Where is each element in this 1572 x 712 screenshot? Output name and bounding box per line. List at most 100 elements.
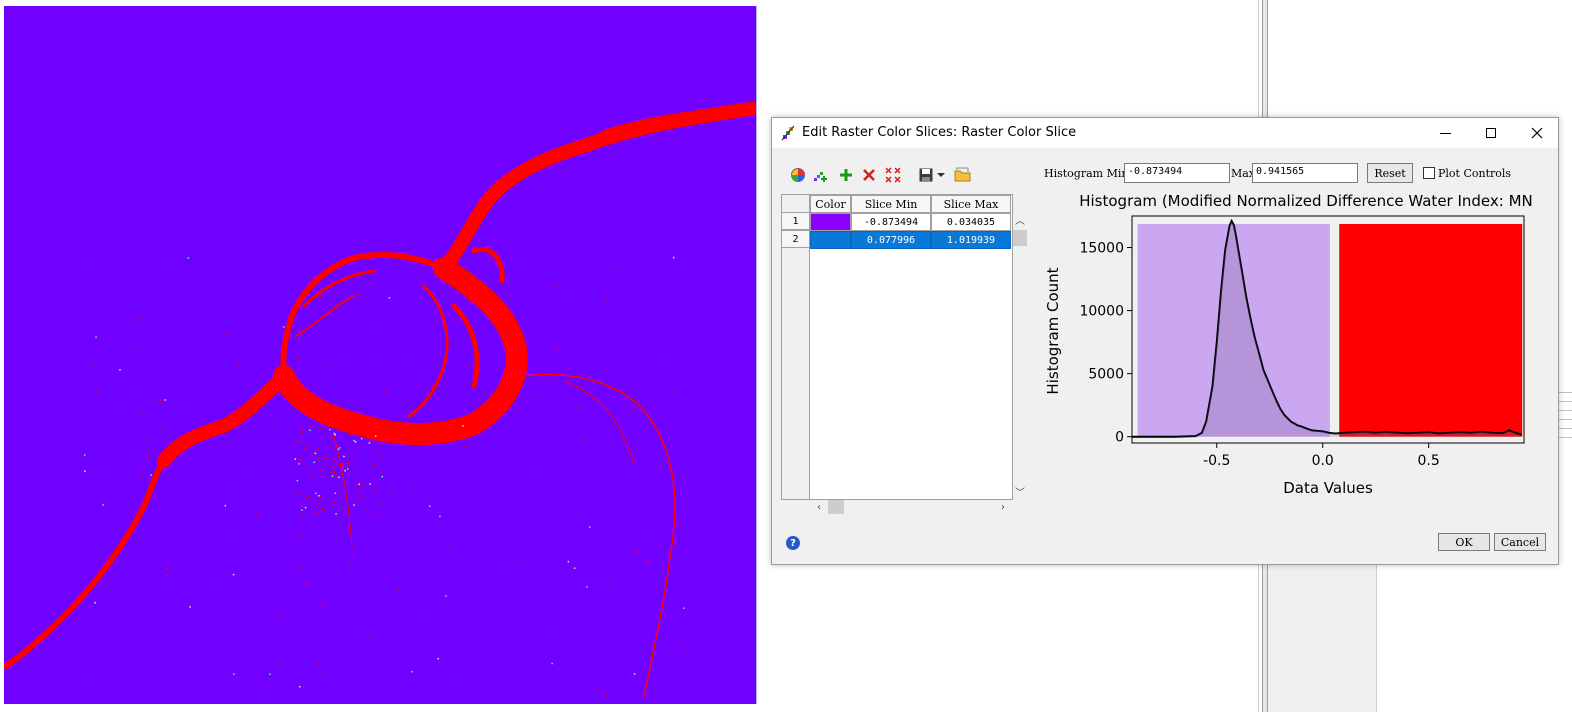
row-header[interactable]: 1 bbox=[781, 212, 810, 230]
table-vertical-scrollbar[interactable]: ︿ ﹀ bbox=[1013, 212, 1027, 500]
noise-speck bbox=[321, 672, 323, 674]
noise-speck bbox=[304, 448, 306, 450]
add-ramp-button[interactable] bbox=[812, 166, 830, 184]
column-header-slice-max[interactable]: Slice Max bbox=[931, 195, 1011, 213]
slice-color-swatch[interactable] bbox=[810, 213, 851, 231]
noise-speck bbox=[147, 437, 149, 439]
noise-speck bbox=[309, 514, 311, 517]
noise-speck bbox=[301, 432, 303, 434]
noise-speck bbox=[92, 266, 95, 268]
noise-speck bbox=[558, 292, 561, 295]
noise-speck bbox=[300, 505, 303, 507]
add-slice-button[interactable] bbox=[837, 166, 855, 184]
noise-speck bbox=[115, 410, 118, 413]
scroll-left-icon[interactable]: ‹ bbox=[812, 500, 826, 514]
noise-speck bbox=[419, 279, 421, 281]
color-wheel-button[interactable] bbox=[789, 166, 807, 184]
row-header[interactable]: 2 bbox=[781, 230, 810, 248]
noise-speck bbox=[368, 442, 371, 444]
table-horizontal-scrollbar[interactable]: ‹ › bbox=[810, 500, 1010, 514]
open-button[interactable] bbox=[954, 166, 972, 184]
noise-speck bbox=[314, 452, 317, 455]
noise-speck bbox=[290, 403, 293, 406]
maximize-button[interactable] bbox=[1468, 118, 1514, 148]
noise-speck bbox=[362, 636, 365, 638]
noise-speck bbox=[375, 487, 378, 489]
noise-speck bbox=[344, 469, 346, 472]
y-tick-label: 5000 bbox=[1088, 367, 1124, 383]
histogram-min-input[interactable]: -0.873494 bbox=[1124, 163, 1230, 183]
slice-max-cell[interactable]: 0.034035 bbox=[931, 213, 1011, 231]
plot-controls-checkbox[interactable] bbox=[1423, 167, 1435, 179]
delete-slice-button[interactable] bbox=[860, 166, 878, 184]
noise-speck bbox=[331, 475, 334, 477]
noise-speck bbox=[468, 299, 470, 302]
noise-speck bbox=[322, 427, 324, 430]
noise-speck bbox=[338, 489, 341, 491]
close-button[interactable] bbox=[1514, 118, 1560, 148]
background-panel bbox=[1268, 560, 1376, 712]
noise-speck bbox=[358, 497, 361, 500]
raster-map-view[interactable] bbox=[4, 6, 757, 704]
dialog-titlebar[interactable]: Edit Raster Color Slices: Raster Color S… bbox=[772, 118, 1558, 148]
save-dropdown-button[interactable] bbox=[936, 166, 946, 184]
cancel-button[interactable]: Cancel bbox=[1494, 533, 1546, 551]
noise-speck bbox=[308, 426, 311, 428]
histogram-chart: Histogram (Modified Normalized Differenc… bbox=[1044, 188, 1554, 498]
column-header-color[interactable]: Color bbox=[810, 195, 851, 213]
delete-all-icon bbox=[885, 167, 901, 183]
slice-min-cell[interactable]: -0.873494 bbox=[851, 213, 931, 231]
noise-speck bbox=[232, 573, 235, 576]
noise-speck bbox=[339, 466, 341, 468]
noise-speck bbox=[357, 293, 360, 296]
slice-min-cell[interactable]: 0.077996 bbox=[851, 231, 931, 249]
scroll-thumb[interactable] bbox=[1013, 230, 1027, 246]
minimize-icon bbox=[1439, 132, 1451, 134]
edit-color-slices-dialog: Edit Raster Color Slices: Raster Color S… bbox=[771, 117, 1559, 565]
scroll-thumb[interactable] bbox=[828, 500, 844, 514]
noise-speck bbox=[325, 463, 327, 465]
color-wheel-icon bbox=[791, 168, 805, 182]
ok-button[interactable]: OK bbox=[1438, 533, 1490, 551]
noise-speck bbox=[305, 497, 307, 499]
noise-speck bbox=[318, 661, 320, 664]
noise-speck bbox=[411, 671, 413, 673]
noise-speck bbox=[334, 465, 337, 467]
reset-button[interactable]: Reset bbox=[1367, 163, 1413, 183]
noise-speck bbox=[351, 500, 353, 503]
plot-controls-label[interactable]: Plot Controls bbox=[1438, 167, 1511, 180]
help-icon[interactable]: ? bbox=[786, 536, 800, 550]
noise-speck bbox=[140, 452, 143, 455]
noise-speck bbox=[310, 453, 313, 455]
slice-color-swatch[interactable] bbox=[810, 231, 851, 249]
minimize-button[interactable] bbox=[1422, 118, 1468, 148]
noise-speck bbox=[175, 400, 177, 403]
slice-max-cell[interactable]: 1.019939 bbox=[931, 231, 1011, 249]
scroll-right-icon[interactable]: › bbox=[996, 500, 1010, 514]
noise-speck bbox=[333, 459, 336, 462]
noise-speck bbox=[372, 366, 374, 369]
noise-speck bbox=[329, 428, 331, 431]
noise-speck bbox=[680, 524, 682, 526]
noise-speck bbox=[330, 471, 332, 474]
delete-all-slices-button[interactable] bbox=[884, 166, 902, 184]
scroll-up-icon[interactable]: ︿ bbox=[1013, 212, 1027, 227]
slice-band-2 bbox=[1339, 224, 1523, 437]
scroll-down-icon[interactable]: ﹀ bbox=[1013, 484, 1027, 499]
noise-speck bbox=[573, 567, 576, 569]
noise-speck bbox=[631, 548, 633, 551]
noise-speck bbox=[312, 473, 314, 475]
noise-speck bbox=[162, 576, 165, 578]
noise-speck bbox=[684, 649, 686, 651]
noise-speck bbox=[150, 474, 152, 476]
histogram-max-input[interactable]: 0.941565 bbox=[1252, 163, 1358, 183]
save-button[interactable] bbox=[917, 166, 935, 184]
noise-speck bbox=[338, 447, 341, 449]
column-header-slice-min[interactable]: Slice Min bbox=[851, 195, 931, 213]
noise-speck bbox=[138, 390, 141, 392]
noise-speck bbox=[555, 347, 557, 350]
noise-speck bbox=[364, 508, 367, 510]
noise-speck bbox=[476, 430, 479, 432]
noise-speck bbox=[325, 457, 328, 459]
noise-speck bbox=[380, 443, 382, 445]
